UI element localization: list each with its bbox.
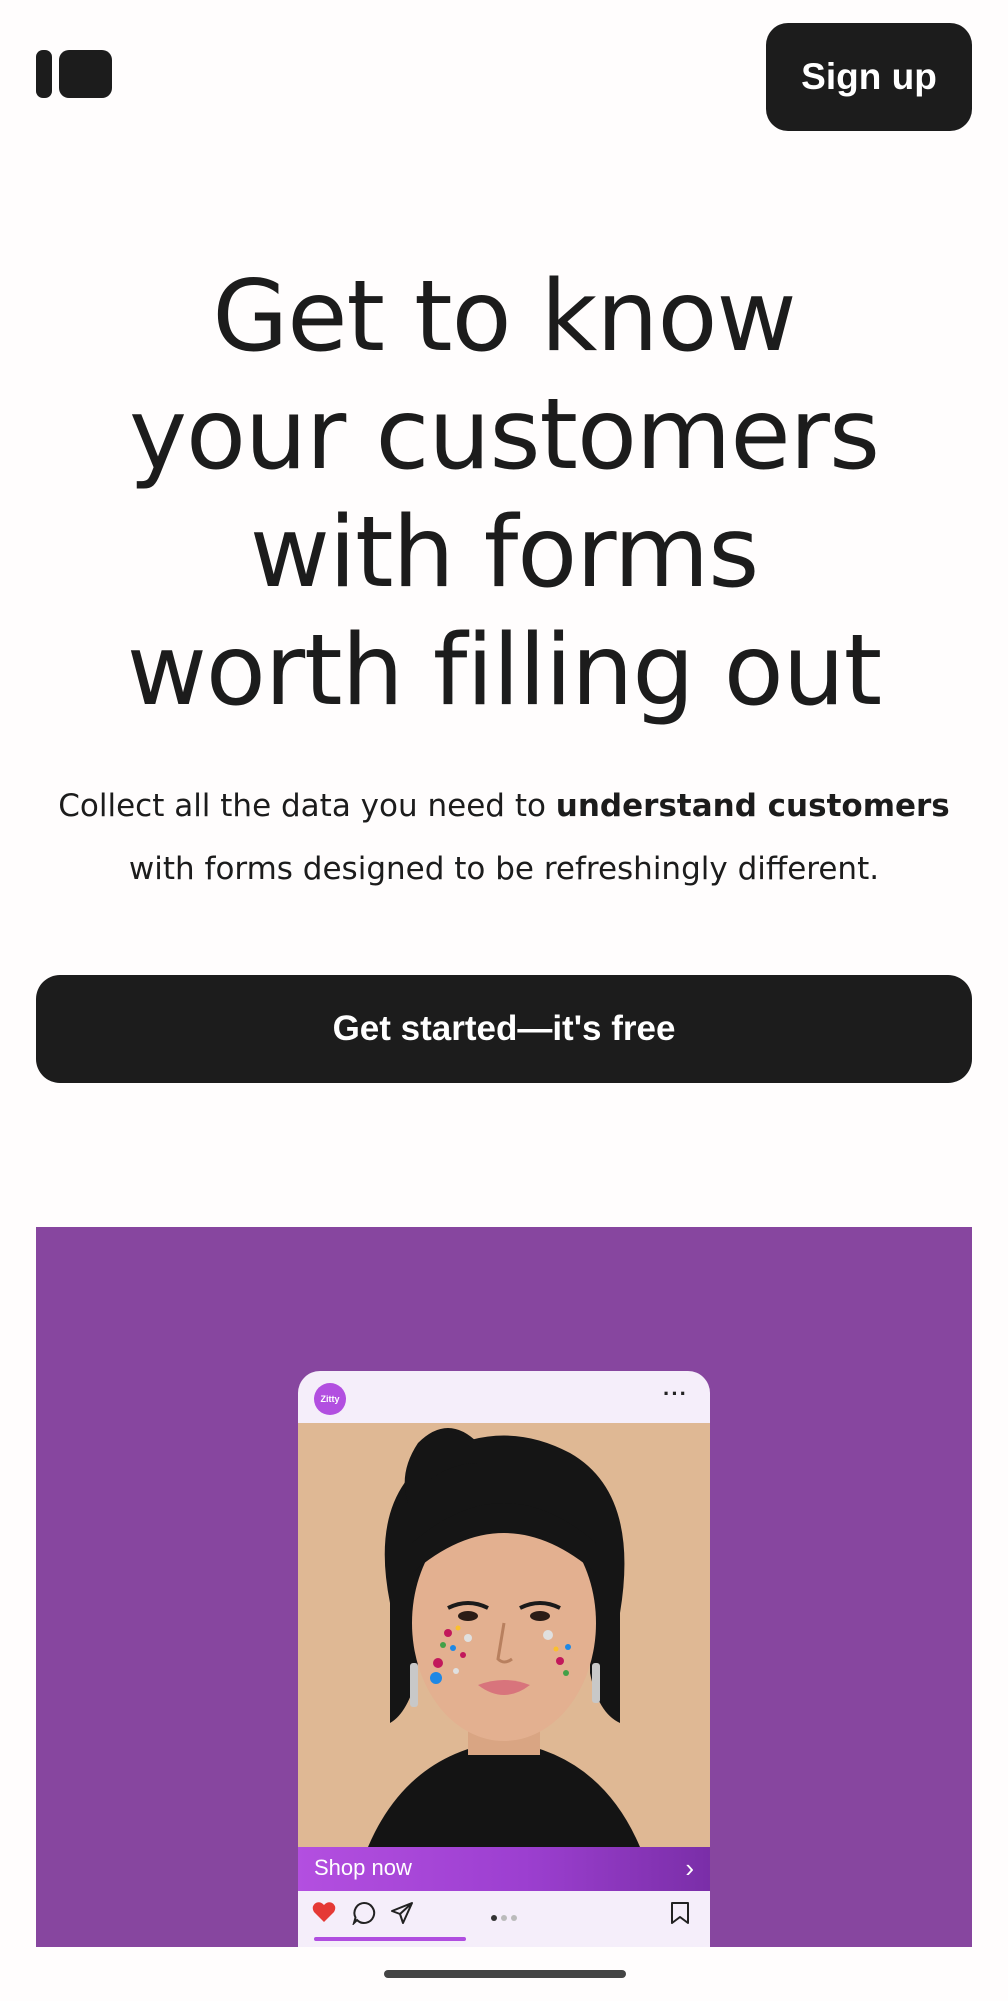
shop-now-label: Shop now xyxy=(314,1855,412,1880)
hero-subtitle-emphasis: understand customers xyxy=(555,788,950,824)
carousel-dots xyxy=(490,1909,520,1927)
hero-title-line: your customers xyxy=(128,378,880,492)
sign-up-button[interactable]: Sign up xyxy=(766,23,972,131)
hero-subtitle: Collect all the data you need to underst… xyxy=(30,775,978,901)
social-post-card: Zitty ··· Shop now › xyxy=(298,1371,710,1947)
brand-logo-icon[interactable] xyxy=(36,50,112,98)
hero-title: Get to know your customers with forms wo… xyxy=(0,258,1008,730)
logo-bar xyxy=(36,50,52,98)
post-header: Zitty ··· xyxy=(298,1371,710,1423)
hero-title-line: Get to know xyxy=(212,260,796,374)
heart-icon[interactable] xyxy=(312,1901,336,1928)
logo-block xyxy=(59,50,112,98)
shop-now-bar[interactable]: Shop now › xyxy=(298,1847,710,1891)
hero-title-line: with forms xyxy=(249,496,760,610)
story-progress-fill xyxy=(314,1937,466,1941)
post-actions xyxy=(298,1891,710,1935)
comment-icon[interactable] xyxy=(352,1901,376,1930)
get-started-button[interactable]: Get started—it's free xyxy=(36,975,972,1083)
portrait-photo-icon xyxy=(298,1423,710,1847)
hero-subtitle-suffix: with forms designed to be refreshingly d… xyxy=(128,851,880,887)
chevron-right-icon: › xyxy=(685,1853,694,1883)
hero-title-line: worth filling out xyxy=(126,614,882,728)
story-progress xyxy=(314,1937,694,1941)
more-horizontal-icon[interactable]: ··· xyxy=(663,1381,688,1407)
share-icon[interactable] xyxy=(390,1901,414,1930)
showcase-panel: Zitty ··· Shop now › xyxy=(36,1227,972,1947)
hero-subtitle-prefix: Collect all the data you need to xyxy=(58,788,556,824)
bookmark-icon[interactable] xyxy=(670,1901,690,1930)
brand-avatar[interactable]: Zitty xyxy=(314,1383,346,1415)
home-indicator xyxy=(384,1970,626,1978)
